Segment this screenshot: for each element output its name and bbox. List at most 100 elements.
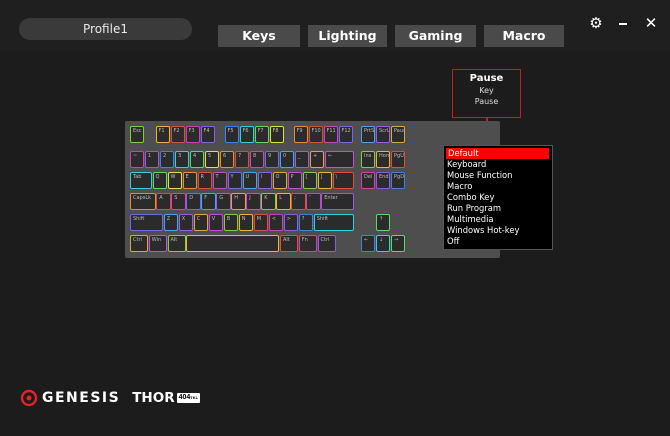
- key[interactable]: X: [178, 214, 194, 231]
- key[interactable]: 7: [235, 151, 250, 168]
- key[interactable]: M: [253, 214, 269, 231]
- key[interactable]: P: [287, 172, 302, 189]
- key[interactable]: ]: [317, 172, 332, 189]
- key[interactable]: Ins: [361, 151, 376, 168]
- key[interactable]: L: [276, 193, 291, 210]
- key[interactable]: Shift: [130, 214, 164, 231]
- key[interactable]: H: [231, 193, 246, 210]
- key[interactable]: Ctrl: [130, 235, 149, 252]
- key[interactable]: K: [261, 193, 276, 210]
- key[interactable]: W: [167, 172, 182, 189]
- key[interactable]: CapsLk: [130, 193, 156, 210]
- key[interactable]: 3: [175, 151, 190, 168]
- key[interactable]: 1: [145, 151, 160, 168]
- key[interactable]: PrtSc: [361, 126, 376, 143]
- key[interactable]: PgUp: [391, 151, 406, 168]
- key[interactable]: →: [391, 235, 406, 252]
- key[interactable]: N: [238, 214, 254, 231]
- menu-item[interactable]: Default: [446, 148, 549, 159]
- menu-item[interactable]: Windows Hot-key: [444, 225, 552, 236]
- key[interactable]: Home: [376, 151, 391, 168]
- key[interactable]: ←: [361, 235, 376, 252]
- key[interactable]: U: [242, 172, 257, 189]
- key[interactable]: PgDn: [391, 172, 406, 189]
- key[interactable]: B: [223, 214, 239, 231]
- key[interactable]: Ctrl: [317, 235, 336, 252]
- key[interactable]: F4: [200, 126, 215, 143]
- key[interactable]: 2: [160, 151, 175, 168]
- key[interactable]: G: [216, 193, 231, 210]
- key[interactable]: [: [302, 172, 317, 189]
- key[interactable]: Alt: [280, 235, 299, 252]
- key[interactable]: ~: [130, 151, 145, 168]
- minimize-icon[interactable]: [614, 14, 632, 32]
- key[interactable]: ;: [291, 193, 306, 210]
- key[interactable]: Q: [152, 172, 167, 189]
- key[interactable]: 0: [280, 151, 295, 168]
- key[interactable]: F10: [308, 126, 323, 143]
- profile-selector[interactable]: Profile1: [19, 18, 192, 40]
- key[interactable]: \: [332, 172, 355, 189]
- menu-item[interactable]: Mouse Function: [444, 170, 552, 181]
- key[interactable]: T: [212, 172, 227, 189]
- key[interactable]: Y: [227, 172, 242, 189]
- key[interactable]: Esc: [130, 126, 145, 143]
- key[interactable]: ←: [325, 151, 355, 168]
- key[interactable]: F: [201, 193, 216, 210]
- key[interactable]: Del: [361, 172, 376, 189]
- key[interactable]: F6: [239, 126, 254, 143]
- key[interactable]: Enter: [321, 193, 355, 210]
- key[interactable]: Tab: [130, 172, 152, 189]
- key[interactable]: ↑: [376, 214, 391, 231]
- key[interactable]: 9: [265, 151, 280, 168]
- menu-item[interactable]: Off: [444, 236, 552, 247]
- key[interactable]: ↓: [376, 235, 391, 252]
- tab-lighting[interactable]: Lighting: [308, 25, 387, 47]
- key[interactable]: End: [376, 172, 391, 189]
- gear-icon[interactable]: ⚙: [587, 14, 605, 32]
- key[interactable]: +: [310, 151, 325, 168]
- key[interactable]: Z: [163, 214, 179, 231]
- key[interactable]: Win: [148, 235, 167, 252]
- menu-item[interactable]: Macro: [444, 181, 552, 192]
- key[interactable]: I: [257, 172, 272, 189]
- key[interactable]: <: [268, 214, 284, 231]
- key[interactable]: F7: [254, 126, 269, 143]
- key[interactable]: S: [171, 193, 186, 210]
- key[interactable]: ScrLk: [376, 126, 391, 143]
- tab-macro[interactable]: Macro: [484, 25, 564, 47]
- key[interactable]: F12: [338, 126, 353, 143]
- key[interactable]: F1: [155, 126, 170, 143]
- key[interactable]: E: [182, 172, 197, 189]
- key[interactable]: 4: [190, 151, 205, 168]
- key[interactable]: 6: [220, 151, 235, 168]
- key[interactable]: J: [246, 193, 261, 210]
- key[interactable]: ': [306, 193, 321, 210]
- key[interactable]: A: [156, 193, 171, 210]
- key[interactable]: F8: [269, 126, 284, 143]
- key-function-menu[interactable]: Default Keyboard Mouse Function Macro Combo …: [443, 145, 553, 250]
- key[interactable]: Fn: [298, 235, 317, 252]
- menu-item[interactable]: Multimedia: [444, 214, 552, 225]
- tab-keys-setting[interactable]: Keys setting: [218, 25, 300, 65]
- key[interactable]: Alt: [167, 235, 186, 252]
- key[interactable]: F5: [224, 126, 239, 143]
- key[interactable]: [186, 235, 280, 252]
- key[interactable]: >: [283, 214, 299, 231]
- tab-gaming-mode[interactable]: Gaming Mode: [395, 25, 476, 65]
- menu-item[interactable]: Combo Key: [444, 192, 552, 203]
- key[interactable]: V: [208, 214, 224, 231]
- menu-item[interactable]: Keyboard: [444, 159, 552, 170]
- key[interactable]: C: [193, 214, 209, 231]
- close-icon[interactable]: ✕: [642, 14, 660, 32]
- key[interactable]: F9: [293, 126, 308, 143]
- key[interactable]: F11: [323, 126, 338, 143]
- key[interactable]: Shift: [313, 214, 355, 231]
- key[interactable]: O: [272, 172, 287, 189]
- key[interactable]: ?: [298, 214, 314, 231]
- key[interactable]: Pause: [391, 126, 406, 143]
- menu-item[interactable]: Run Program: [444, 203, 552, 214]
- key[interactable]: _: [295, 151, 310, 168]
- key[interactable]: F3: [185, 126, 200, 143]
- key[interactable]: F2: [170, 126, 185, 143]
